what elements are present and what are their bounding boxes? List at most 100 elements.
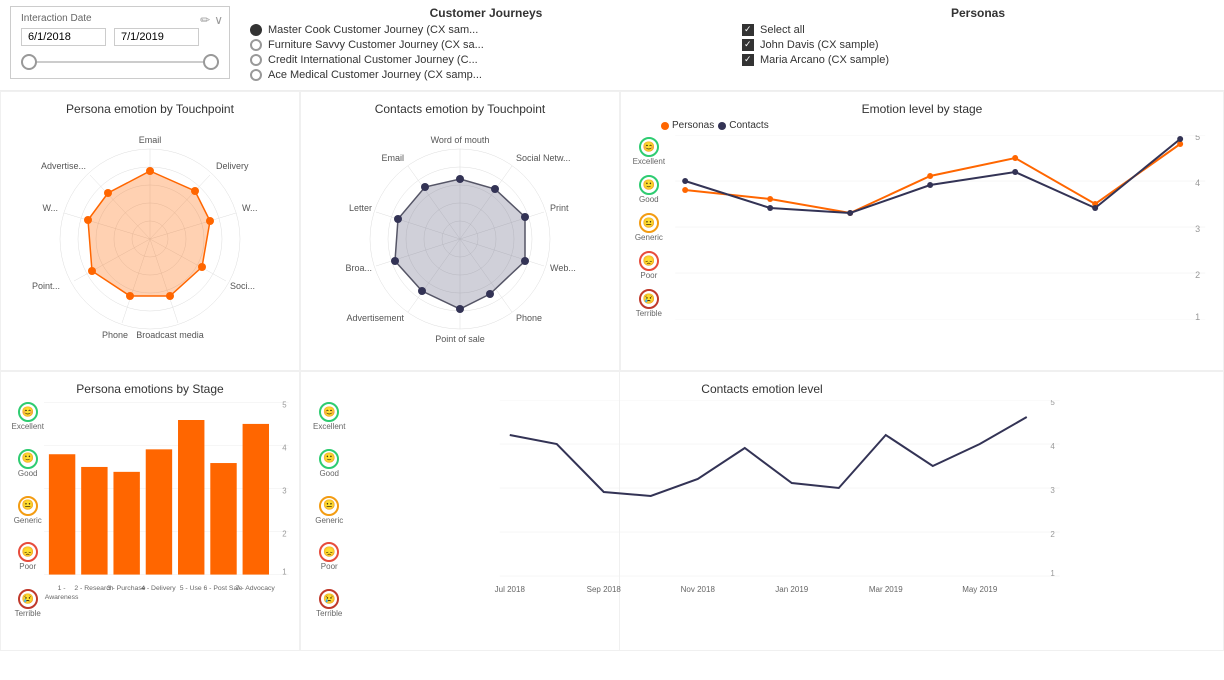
emotion-terrible-2: 😢 Terrible — [15, 589, 41, 618]
persona-radar-container: Email Delivery W... Soci... Broadcast me… — [11, 120, 289, 358]
svg-text:Nov 2018: Nov 2018 — [681, 585, 716, 594]
customer-journeys-title: Customer Journeys — [250, 6, 722, 20]
contacts-emotion-touchpoint-title: Contacts emotion by Touchpoint — [311, 102, 609, 116]
svg-text:Phone: Phone — [102, 330, 128, 340]
svg-text:1: 1 — [1195, 312, 1200, 320]
emotion-level-stage-panel: Emotion level by stage Personas Contacts… — [620, 91, 1224, 371]
emotion-excellent-1: 😊 Excellent — [633, 137, 665, 166]
svg-text:3 - Purchase: 3 - Purchase — [107, 585, 146, 592]
chevron-down-icon[interactable]: ∨ — [214, 13, 223, 27]
svg-text:1: 1 — [283, 568, 287, 577]
svg-text:5: 5 — [283, 400, 288, 409]
excellent-face-2: 😊 — [18, 402, 38, 422]
generic-label-2: Generic — [14, 516, 42, 525]
journey-item-2[interactable]: Furniture Savvy Customer Journey (CX sa.… — [250, 39, 722, 51]
journey-item-3[interactable]: Credit International Customer Journey (C… — [250, 54, 722, 66]
contacts-emotion-level-title: Contacts emotion level — [311, 382, 1213, 396]
persona-emotion-touchpoint-panel: Persona emotion by Touchpoint — [0, 91, 300, 371]
svg-text:Word of mouth: Word of mouth — [431, 135, 490, 145]
emotion-scale-left: 😊 Excellent 🙂 Good 😐 Generic 😞 Poor 😢 — [631, 135, 667, 320]
charts-area: Persona emotion by Touchpoint — [0, 91, 1224, 661]
poor-face-1: 😞 — [639, 251, 659, 271]
svg-text:4 - Delivery: 4 - Delivery — [142, 585, 177, 592]
persona-checkbox-all[interactable] — [742, 24, 754, 36]
persona-item-maria[interactable]: Maria Arcano (CX sample) — [742, 54, 1214, 66]
emotion-generic-2: 😐 Generic — [14, 496, 42, 525]
svg-text:Jul 2018: Jul 2018 — [495, 585, 526, 594]
persona-stage-bar-svg: 5 4 3 2 1 1 - Awareness 2 - — [44, 400, 289, 620]
pencil-icon[interactable]: ✏ — [200, 13, 210, 27]
svg-text:Web...: Web... — [550, 263, 576, 273]
generic-label-1: Generic — [635, 233, 663, 242]
generic-face-2: 😐 — [18, 496, 38, 516]
svg-text:5: 5 — [1195, 135, 1200, 142]
terrible-face-3: 😢 — [319, 589, 339, 609]
journey-item-4[interactable]: Ace Medical Customer Journey (CX samp... — [250, 69, 722, 81]
excellent-label-1: Excellent — [633, 157, 665, 166]
svg-text:Jan 2019: Jan 2019 — [776, 585, 809, 594]
generic-face-1: 😐 — [639, 213, 659, 233]
emotion-stage-svg: 5 4 3 2 1 — [667, 135, 1213, 320]
end-date-input[interactable] — [114, 28, 199, 46]
excellent-face-3: 😊 — [319, 402, 339, 422]
svg-text:2: 2 — [1195, 270, 1200, 280]
svg-text:Sep 2018: Sep 2018 — [587, 585, 622, 594]
poor-face-3: 😞 — [319, 542, 339, 562]
svg-text:Broa...: Broa... — [345, 263, 372, 273]
svg-text:7 - Advocacy: 7 - Advocacy — [236, 585, 276, 592]
persona-emotions-stage-title: Persona emotions by Stage — [11, 382, 289, 396]
svg-text:2: 2 — [283, 529, 287, 538]
persona-emotions-stage-panel: Persona emotions by Stage 😊 Excellent 🙂 … — [0, 371, 300, 651]
slider-track — [21, 61, 219, 63]
persona-checkbox-maria[interactable] — [742, 54, 754, 66]
journey-radio-2[interactable] — [250, 39, 262, 51]
date-range-slider[interactable] — [21, 52, 219, 72]
emotion-poor-2: 😞 Poor — [18, 542, 38, 571]
contacts-legend-item: Contacts — [718, 120, 768, 131]
contacts-legend-label: Contacts — [729, 120, 768, 131]
journey-label-3: Credit International Customer Journey (C… — [268, 54, 478, 66]
persona-radar-svg: Email Delivery W... Soci... Broadcast me… — [20, 124, 280, 354]
poor-face-2: 😞 — [18, 542, 38, 562]
journey-radio-4[interactable] — [250, 69, 262, 81]
slider-thumb-left[interactable] — [21, 54, 37, 70]
persona-stage-chart-area: 😊 Excellent 🙂 Good 😐 Generic 😞 Poor 😢 — [11, 400, 289, 620]
excellent-label-3: Excellent — [313, 422, 345, 431]
emotion-scale-2: 😊 Excellent 🙂 Good 😐 Generic 😞 Poor 😢 — [11, 400, 44, 620]
emotion-stage-chart-area: 😊 Excellent 🙂 Good 😐 Generic 😞 Poor 😢 — [631, 135, 1213, 320]
journey-radio-1[interactable] — [250, 24, 262, 36]
persona-item-john[interactable]: John Davis (CX sample) — [742, 39, 1214, 51]
journey-label-4: Ace Medical Customer Journey (CX samp... — [268, 69, 482, 81]
slider-thumb-right[interactable] — [203, 54, 219, 70]
svg-text:May 2019: May 2019 — [963, 585, 999, 594]
svg-text:Delivery: Delivery — [216, 161, 249, 171]
svg-text:4: 4 — [283, 443, 288, 452]
customer-journeys-section: Customer Journeys Master Cook Customer J… — [250, 6, 722, 84]
svg-text:Print: Print — [550, 203, 569, 213]
generic-face-3: 😐 — [319, 496, 339, 516]
start-date-input[interactable] — [21, 28, 106, 46]
journey-item-1[interactable]: Master Cook Customer Journey (CX sam... — [250, 24, 722, 36]
personas-section: Personas Select all John Davis (CX sampl… — [742, 6, 1214, 69]
svg-text:1: 1 — [1051, 569, 1056, 578]
svg-text:4: 4 — [1051, 442, 1056, 451]
emotion-good-1: 🙂 Good — [639, 175, 659, 204]
personas-legend-item: Personas — [661, 120, 714, 131]
filter-icons: ✏ ∨ — [200, 13, 223, 27]
personas-legend-dot — [661, 122, 669, 130]
terrible-label-1: Terrible — [636, 309, 662, 318]
terrible-face-2: 😢 — [18, 589, 38, 609]
journey-label-2: Furniture Savvy Customer Journey (CX sa.… — [268, 39, 484, 51]
poor-label-1: Poor — [640, 271, 657, 280]
emotion-generic-1: 😐 Generic — [635, 213, 663, 242]
svg-text:3: 3 — [1195, 224, 1200, 234]
persona-item-all[interactable]: Select all — [742, 24, 1214, 36]
svg-text:W...: W... — [242, 203, 258, 213]
svg-text:W...: W... — [43, 203, 59, 213]
contacts-radar-container: Word of mouth Social Netw... Print Web..… — [311, 120, 609, 358]
svg-text:2: 2 — [1051, 530, 1056, 539]
journey-radio-3[interactable] — [250, 54, 262, 66]
persona-checkbox-john[interactable] — [742, 39, 754, 51]
contacts-emotion-touchpoint-panel: Contacts emotion by Touchpoint — [300, 91, 620, 371]
good-label-3: Good — [319, 469, 339, 478]
